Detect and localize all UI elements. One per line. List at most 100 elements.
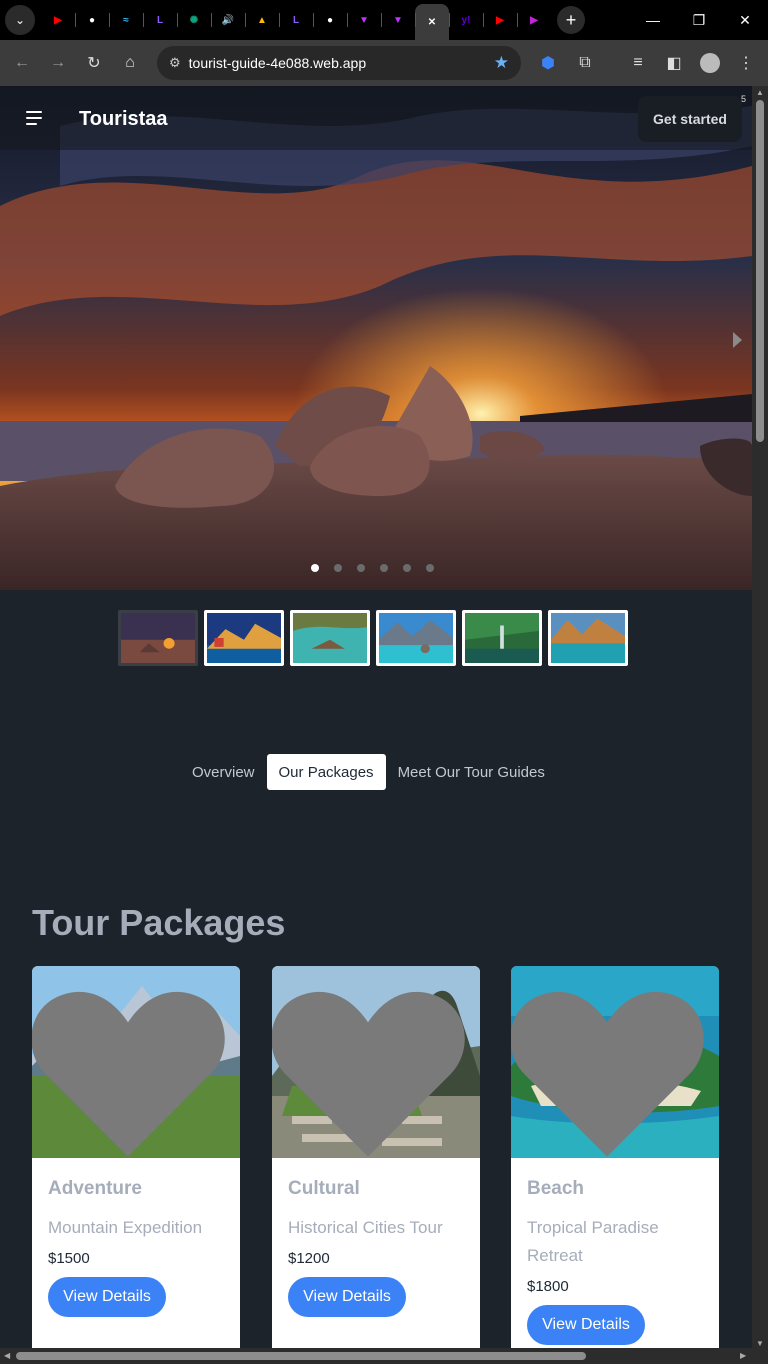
thumbnail-6[interactable] (548, 610, 628, 666)
scroll-right-icon[interactable]: ▶ (740, 1351, 746, 1360)
browser-tab[interactable]: ● (75, 4, 109, 36)
browser-tab[interactable]: ● (313, 4, 347, 36)
lc-icon: L (156, 14, 164, 26)
new-tab-button[interactable]: + (557, 6, 585, 34)
get-started-button[interactable]: Get started (638, 96, 742, 142)
browser-tab[interactable]: ▲ (245, 4, 279, 36)
youtube-icon: ▶ (496, 14, 504, 26)
horizontal-scroll-thumb[interactable] (16, 1352, 586, 1360)
carousel-dots (311, 564, 434, 572)
bookmark-star-icon[interactable]: ★ (494, 53, 509, 73)
github-icon: ● (326, 14, 334, 26)
media-control-icon[interactable]: ≡ (620, 45, 656, 81)
thumbnail-3[interactable] (290, 610, 370, 666)
browser-tab[interactable]: ▶ (483, 4, 517, 36)
github-icon: ● (88, 14, 96, 26)
horizontal-scrollbar[interactable]: ◀ ▶ (0, 1348, 768, 1364)
minimize-icon[interactable]: — (630, 0, 676, 40)
home-icon[interactable]: ⌂ (112, 45, 148, 81)
browser-tab[interactable]: ≈ (109, 4, 143, 36)
vite-icon: ▼ (393, 14, 403, 26)
scroll-down-icon[interactable]: ▼ (756, 1339, 764, 1348)
browser-tab[interactable]: ✺ (177, 4, 211, 36)
view-details-button[interactable]: View Details (288, 1277, 406, 1317)
drive-icon: ▲ (257, 14, 267, 26)
tab-search-button[interactable]: ⌄ (5, 5, 35, 35)
carousel-dot[interactable] (357, 564, 365, 572)
package-name: Mountain Expedition (48, 1218, 203, 1237)
side-panel-icon[interactable]: ◧ (656, 45, 692, 81)
carousel-dot[interactable] (334, 564, 342, 572)
browser-tab[interactable]: ▼ (347, 4, 381, 36)
site-info-icon[interactable]: ⚙ (169, 55, 181, 71)
extension-icon[interactable]: ⬢ (530, 45, 566, 81)
brand-logo-text[interactable]: Touristaa (79, 108, 168, 131)
browser-tab[interactable]: L (143, 4, 177, 36)
carousel-thumbnails (118, 610, 628, 666)
package-name: Tropical Paradise Retreat (527, 1218, 659, 1265)
extensions-puzzle-icon[interactable]: ⧉ (567, 45, 603, 81)
browser-tab[interactable]: 🔊 (211, 4, 245, 36)
browser-tab[interactable]: ▶ (41, 4, 75, 36)
youtube-icon: ▶ (54, 14, 62, 26)
package-card: Beach Tropical Paradise Retreat $1800 Vi… (511, 966, 719, 1350)
profile-avatar[interactable] (692, 45, 728, 81)
scroll-left-icon[interactable]: ◀ (4, 1351, 10, 1360)
vertical-scroll-thumb[interactable] (756, 100, 764, 442)
browser-tab[interactable]: ▶ (517, 4, 551, 36)
hamburger-menu-icon[interactable] (26, 111, 42, 129)
carousel-dot[interactable] (311, 564, 319, 572)
section-title: Tour Packages (32, 902, 286, 943)
vite-icon: ▼ (359, 14, 369, 26)
view-details-button[interactable]: View Details (48, 1277, 166, 1317)
lc-icon: L (292, 14, 300, 26)
address-bar[interactable]: ⚙ tourist-guide-4e088.web.app ★ (157, 46, 521, 80)
tab-our-packages[interactable]: Our Packages (266, 754, 386, 790)
package-category: Adventure (48, 1178, 142, 1199)
scroll-up-icon[interactable]: ▲ (756, 88, 764, 97)
package-name: Historical Cities Tour (288, 1218, 443, 1237)
forward-icon[interactable]: → (40, 45, 76, 81)
browser-tab[interactable]: ▼ (381, 4, 415, 36)
reload-icon[interactable]: ↻ (76, 45, 112, 81)
close-icon: ✕ (427, 16, 437, 28)
play-icon: ▶ (530, 14, 538, 26)
section-tabs: Overview Our Packages Meet Our Tour Guides (180, 754, 557, 790)
browser-tab[interactable]: ✕ (415, 4, 449, 40)
package-category: Cultural (288, 1178, 360, 1199)
browser-tab[interactable]: L (279, 4, 313, 36)
package-price: $1500 (48, 1250, 90, 1267)
hero-carousel (0, 86, 752, 590)
restore-icon[interactable]: ❐ (676, 0, 722, 40)
carousel-next-icon[interactable] (733, 332, 742, 348)
browser-menu-icon[interactable]: ⋮ (728, 45, 764, 81)
page: Touristaa 5 Get started Overview Our Pack… (0, 86, 752, 1350)
package-category: Beach (527, 1178, 585, 1199)
favorite-heart-icon[interactable] (32, 974, 232, 1166)
thumbnail-2[interactable] (204, 610, 284, 666)
thumbnail-5[interactable] (462, 610, 542, 666)
thumbnail-1[interactable] (118, 610, 198, 666)
browser-tabstrip: ⌄ ▶ ● ≈ L ✺ 🔊 ▲ L ● ▼ ▼ ✕ y! ▶ ▶ + — ❐ ✕ (0, 0, 768, 40)
tab-meet-our-tour-guides[interactable]: Meet Our Tour Guides (386, 754, 557, 790)
tab-overview[interactable]: Overview (180, 754, 267, 790)
back-icon[interactable]: ← (4, 45, 40, 81)
browser-tab[interactable]: y! (449, 4, 483, 36)
favorite-heart-icon[interactable] (272, 974, 472, 1166)
package-card: Adventure Mountain Expedition $1500 View… (32, 966, 240, 1350)
url-text: tourist-guide-4e088.web.app (188, 55, 367, 71)
package-card: Cultural Historical Cities Tour $1200 Vi… (272, 966, 480, 1350)
carousel-dot[interactable] (403, 564, 411, 572)
package-price: $1200 (288, 1250, 330, 1267)
speaker-icon: 🔊 (221, 14, 235, 26)
carousel-dot[interactable] (426, 564, 434, 572)
package-price: $1800 (527, 1278, 569, 1295)
carousel-dot[interactable] (380, 564, 388, 572)
favorite-heart-icon[interactable] (511, 974, 711, 1166)
chatgpt-icon: ✺ (189, 14, 199, 26)
view-details-button[interactable]: View Details (527, 1305, 645, 1345)
thumbnail-4[interactable] (376, 610, 456, 666)
yahoo-icon: y! (461, 14, 471, 26)
close-window-icon[interactable]: ✕ (722, 0, 768, 40)
vertical-scrollbar[interactable]: ▲ ▼ (752, 86, 768, 1350)
